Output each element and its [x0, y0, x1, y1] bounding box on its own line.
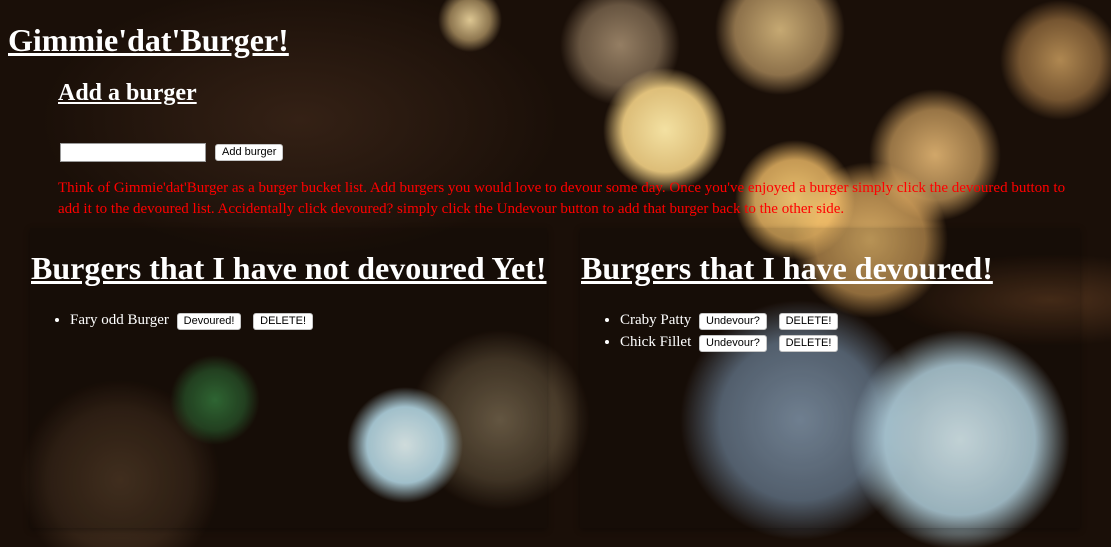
list-item: Craby Patty Undevour? DELETE! — [620, 310, 839, 331]
site-title: Gimmie'dat'Burger! — [8, 22, 289, 58]
undevour-button[interactable]: Undevour? — [699, 313, 767, 330]
burger-name: Chick Fillet — [620, 334, 692, 350]
undevour-button[interactable]: Undevour? — [699, 335, 767, 352]
add-burger-button[interactable]: Add burger — [215, 143, 284, 161]
delete-button[interactable]: DELETE! — [778, 335, 839, 352]
burger-name: Craby Patty — [620, 312, 692, 328]
devoured-list: Craby Patty Undevour? DELETE! Chick Fill… — [580, 310, 839, 354]
devoured-heading: Burgers that I have devoured! — [581, 250, 993, 286]
add-burger-heading: Add a burger — [58, 80, 197, 106]
list-item: Chick Fillet Undevour? DELETE! — [620, 332, 839, 353]
not-devoured-heading: Burgers that I have not devoured Yet! — [31, 250, 547, 286]
instructions-text: Think of Gimmie'dat'Burger as a burger b… — [58, 180, 1066, 217]
not-devoured-panel: Burgers that I have not devoured Yet! Fa… — [30, 228, 547, 528]
not-devoured-list: Fary odd Burger Devoured! DELETE! — [30, 310, 314, 332]
devoured-button[interactable]: Devoured! — [176, 313, 242, 330]
devoured-panel: Burgers that I have devoured! Craby Patt… — [580, 228, 1080, 528]
delete-button[interactable]: DELETE! — [778, 313, 839, 330]
add-burger-form: Add burger — [58, 142, 1088, 162]
list-item: Fary odd Burger Devoured! DELETE! — [70, 310, 314, 331]
delete-button[interactable]: DELETE! — [253, 313, 314, 330]
burger-name-input[interactable] — [60, 142, 206, 162]
burger-name: Fary odd Burger — [70, 312, 169, 328]
add-burger-section: Add a burger Add burger Think of Gimmie'… — [58, 80, 1088, 220]
